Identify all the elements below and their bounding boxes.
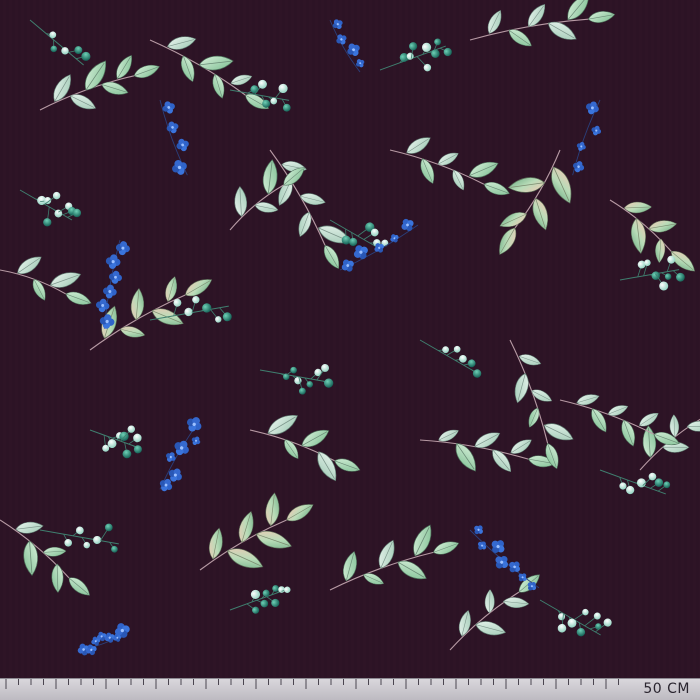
fabric-photo: 50 CM [0,0,700,700]
ruler-ticks [5,679,619,689]
measuring-ruler: 50 CM [0,678,700,700]
floral-fabric-print [0,0,700,700]
ruler-label: 50 CM [643,681,690,697]
